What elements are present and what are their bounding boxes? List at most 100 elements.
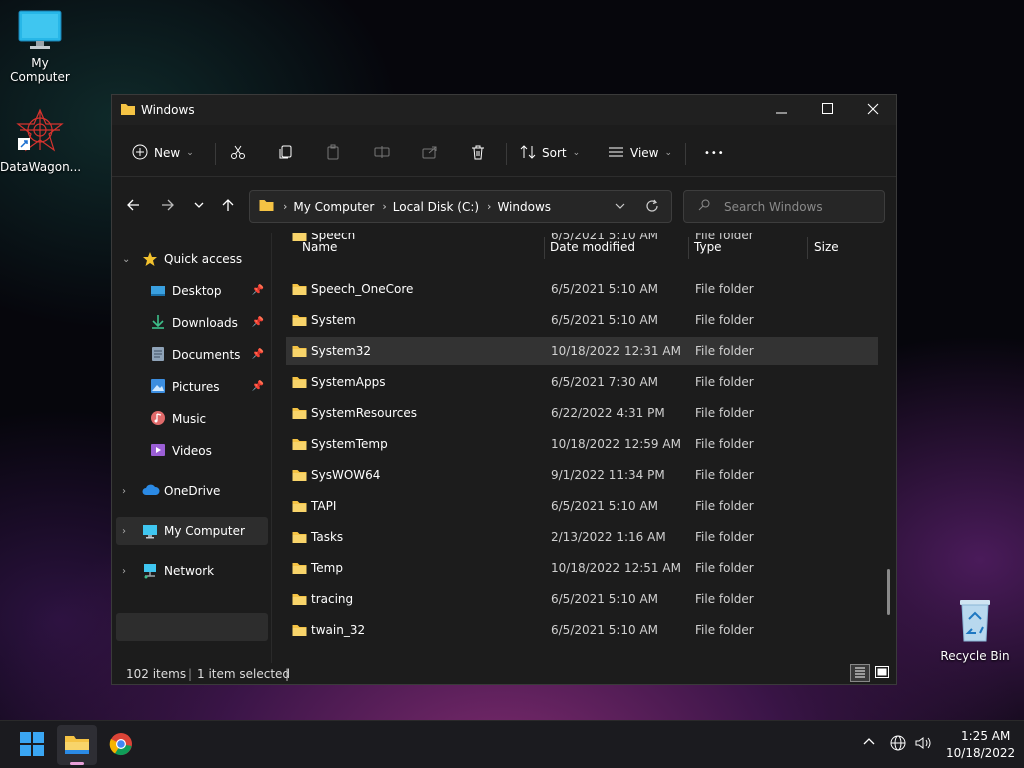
sidebar-item-onedrive[interactable]: › OneDrive [116, 477, 268, 505]
sidebar-item-quick-access[interactable]: ⌄ Quick access [116, 245, 268, 273]
vertical-scrollbar[interactable] [887, 569, 890, 615]
sidebar-item-label: My Computer [164, 524, 245, 538]
arrow-right-icon [161, 198, 175, 215]
share-button[interactable] [422, 139, 438, 167]
sidebar-item-pictures[interactable]: Pictures 📌 [116, 373, 268, 401]
taskbar-chrome-button[interactable] [101, 725, 141, 765]
table-row[interactable]: tracing 6/5/2021 5:10 AM File folder [286, 585, 878, 613]
volume-button[interactable] [914, 735, 932, 754]
pin-icon[interactable]: 📌 [252, 285, 264, 296]
sidebar-item-music[interactable]: Music [116, 405, 268, 433]
sidebar-item-downloads[interactable]: Downloads 📌 [116, 309, 268, 337]
breadcrumb-windows[interactable]: Windows [497, 200, 551, 214]
videos-icon [150, 442, 166, 458]
chrome-icon [109, 732, 133, 759]
share-icon [422, 144, 438, 163]
address-dropdown-icon[interactable] [614, 200, 626, 215]
downloads-icon [150, 314, 166, 330]
recent-locations-button[interactable] [187, 195, 211, 217]
view-button[interactable]: View ⌄ [608, 139, 672, 167]
breadcrumb-separator: › [283, 200, 288, 213]
details-view-icon [854, 666, 866, 681]
breadcrumb-my-computer[interactable]: My Computer [293, 200, 374, 214]
title-bar[interactable]: Windows [112, 95, 896, 125]
clock-time[interactable]: 1:25 AM [961, 729, 1010, 743]
file-name: SystemTemp [311, 437, 388, 451]
sidebar-item-network[interactable]: › Network [116, 557, 268, 585]
windows-logo-icon [20, 731, 44, 759]
search-placeholder: Search Windows [724, 199, 823, 214]
copy-button[interactable] [278, 139, 294, 167]
tiles-view-button[interactable] [872, 664, 892, 682]
rename-button[interactable] [374, 139, 390, 167]
file-type: File folder [695, 233, 754, 242]
address-bar[interactable]: › My Computer › Local Disk (C:) › Window… [249, 190, 672, 223]
chevron-down-icon: ⌄ [664, 148, 673, 158]
up-button[interactable] [216, 195, 240, 217]
network-status-button[interactable] [890, 735, 906, 754]
pin-icon[interactable]: 📌 [252, 381, 264, 392]
maximize-button[interactable] [804, 95, 850, 125]
taskbar-file-explorer-button[interactable] [57, 725, 97, 765]
table-row[interactable]: Speech 6/5/2021 5:10 AM File folder [286, 233, 878, 249]
sort-button[interactable]: Sort ⌄ [520, 139, 580, 167]
more-options-button[interactable]: ••• [704, 139, 725, 167]
table-row[interactable]: SystemApps 6/5/2021 7:30 AM File folder [286, 368, 878, 396]
command-bar: New ⌄ Sort ⌄ View ⌄ ••• [112, 129, 896, 177]
sidebar-item-documents[interactable]: Documents 📌 [116, 341, 268, 369]
table-row[interactable]: Temp 10/18/2022 12:51 AM File folder [286, 554, 878, 582]
chevron-right-icon: › [122, 565, 126, 577]
sidebar-item-my-computer[interactable]: › My Computer [116, 517, 268, 545]
close-button[interactable] [850, 95, 896, 125]
trash-icon [470, 144, 486, 163]
folder-icon [291, 313, 308, 330]
item-count: 102 items [126, 667, 187, 681]
delete-button[interactable] [470, 139, 486, 167]
table-row[interactable]: System32 10/18/2022 12:31 AM File folder [286, 337, 878, 365]
desktop-icon-my-computer[interactable]: My Computer [0, 10, 80, 84]
sidebar-item-videos[interactable]: Videos [116, 437, 268, 465]
desktop-icon-datawagon[interactable]: DataWagon... [0, 108, 81, 174]
file-type: File folder [695, 282, 754, 296]
breadcrumb-separator: › [487, 200, 492, 213]
refresh-icon[interactable] [645, 199, 659, 216]
table-row[interactable]: TAPI 6/5/2021 5:10 AM File folder [286, 492, 878, 520]
pin-icon[interactable]: 📌 [252, 349, 264, 360]
paste-button[interactable] [326, 139, 342, 167]
sidebar-item-desktop[interactable]: Desktop 📌 [116, 277, 268, 305]
details-view-button[interactable] [850, 664, 870, 682]
folder-icon [291, 623, 308, 640]
pin-icon[interactable]: 📌 [252, 317, 264, 328]
show-hidden-icons-button[interactable] [862, 735, 876, 752]
minimize-button[interactable] [758, 95, 804, 125]
network-icon [142, 563, 158, 579]
arrow-left-icon [126, 198, 140, 215]
taskbar: 1:25 AM 10/18/2022 [0, 720, 1024, 768]
forward-button[interactable] [156, 195, 180, 217]
clock-date[interactable]: 10/18/2022 [946, 746, 1015, 760]
view-label: View [630, 146, 659, 160]
search-box[interactable]: Search Windows [683, 190, 885, 223]
table-row[interactable]: twain_32 6/5/2021 5:10 AM File folder [286, 616, 878, 644]
desktop-icon-recycle-bin[interactable]: Recycle Bin [935, 597, 1015, 663]
file-date: 10/18/2022 12:31 AM [551, 344, 681, 358]
table-row[interactable]: SystemTemp 10/18/2022 12:59 AM File folder [286, 430, 878, 458]
file-name: Speech_OneCore [311, 282, 414, 296]
table-row[interactable]: SystemResources 6/22/2022 4:31 PM File fol… [286, 399, 878, 427]
tiles-view-icon [875, 665, 889, 681]
copy-icon [278, 144, 294, 163]
back-button[interactable] [121, 195, 145, 217]
folder-icon [291, 592, 308, 609]
breadcrumb-local-disk[interactable]: Local Disk (C:) [393, 200, 479, 214]
file-name: TAPI [311, 499, 337, 513]
cut-button[interactable] [230, 139, 246, 167]
file-name: twain_32 [311, 623, 366, 637]
new-button[interactable]: New ⌄ [132, 139, 194, 167]
recycle-bin-icon [935, 597, 1015, 646]
table-row[interactable]: Tasks 2/13/2022 1:16 AM File folder [286, 523, 878, 551]
sidebar-item-label: Documents [172, 348, 241, 362]
table-row[interactable]: System 6/5/2021 5:10 AM File folder [286, 306, 878, 334]
table-row[interactable]: SysWOW64 9/1/2022 11:34 PM File folder [286, 461, 878, 489]
table-row[interactable]: Speech_OneCore 6/5/2021 5:10 AM File folde… [286, 275, 878, 303]
start-button[interactable] [12, 725, 52, 765]
